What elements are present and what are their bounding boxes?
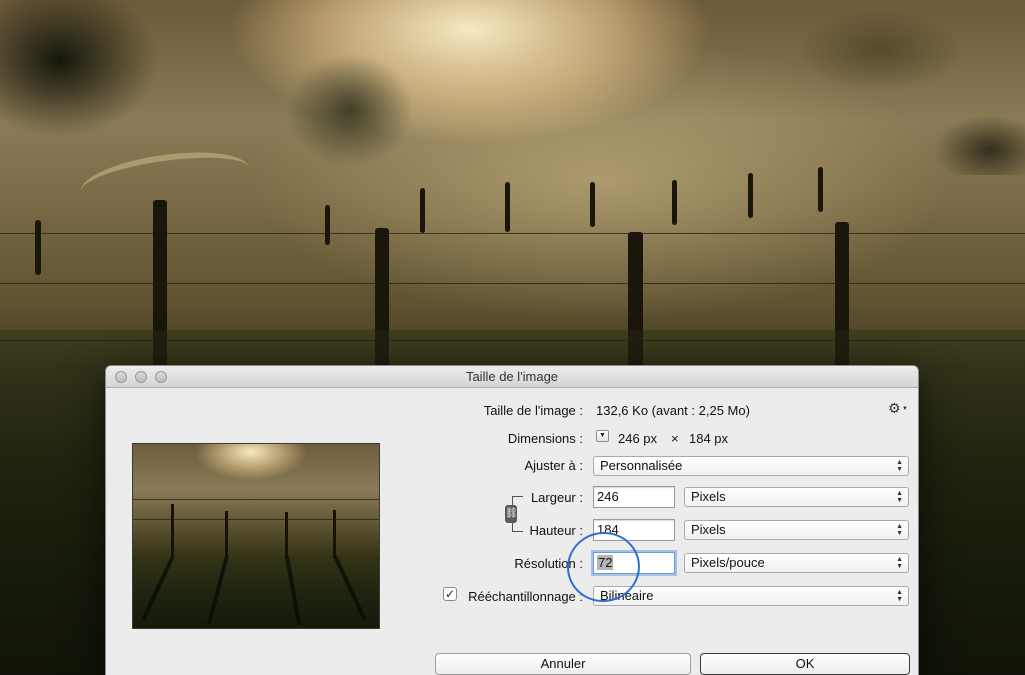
triangle-down-icon[interactable]: ▼ bbox=[596, 430, 609, 442]
gear-icon[interactable]: ⚙ bbox=[888, 400, 901, 417]
height-unit-value: Pixels bbox=[691, 522, 726, 537]
resample-method-select[interactable]: Bilinéaire ▲ ▼ bbox=[593, 586, 909, 606]
fence-post bbox=[818, 167, 823, 212]
fit-to-value: Personnalisée bbox=[600, 458, 683, 473]
minimize-window-button[interactable] bbox=[135, 371, 147, 383]
fence-post bbox=[325, 205, 330, 245]
fit-to-select[interactable]: Personnalisée ▲ ▼ bbox=[593, 456, 909, 476]
image-size-dialog: Taille de l'image Taille de l'image : 13… bbox=[105, 365, 919, 675]
dimensions-label: Dimensions : bbox=[507, 431, 583, 446]
updown-arrows-icon: ▲ ▼ bbox=[896, 556, 903, 570]
image-size-value: 132,6 Ko (avant : 2,25 Mo) bbox=[596, 403, 750, 418]
resolution-unit-value: Pixels/pouce bbox=[691, 555, 765, 570]
fence-post bbox=[672, 180, 677, 225]
image-preview-thumbnail bbox=[132, 443, 380, 629]
resample-method-value: Bilinéaire bbox=[600, 588, 654, 603]
width-label: Largeur : bbox=[530, 490, 583, 505]
fence-post bbox=[590, 182, 595, 227]
height-unit-select[interactable]: Pixels ▲ ▼ bbox=[684, 520, 909, 540]
height-label: Hauteur : bbox=[529, 523, 583, 538]
image-size-label: Taille de l'image : bbox=[483, 403, 583, 418]
updown-arrows-icon: ▲ ▼ bbox=[896, 523, 903, 537]
chevron-down-icon: ▼ bbox=[902, 406, 908, 412]
fence-post bbox=[505, 182, 510, 232]
ok-button[interactable]: OK bbox=[700, 653, 910, 675]
width-unit-select[interactable]: Pixels ▲ ▼ bbox=[684, 487, 909, 507]
resolution-label: Résolution : bbox=[514, 556, 583, 571]
fence-post bbox=[748, 173, 753, 218]
dimensions-width: 246 px bbox=[618, 431, 658, 446]
chain-link-icon[interactable]: ⛓ bbox=[505, 505, 518, 523]
updown-arrows-icon: ▲ ▼ bbox=[896, 589, 903, 603]
updown-arrows-icon: ▲ ▼ bbox=[896, 490, 903, 504]
resample-label: Rééchantillonnage : bbox=[468, 589, 583, 604]
updown-arrows-icon: ▲ ▼ bbox=[896, 459, 903, 473]
width-value: 246 bbox=[597, 489, 619, 504]
title-bar[interactable]: Taille de l'image bbox=[106, 366, 918, 388]
resolution-input[interactable]: 72 bbox=[593, 552, 675, 574]
resolution-value: 72 bbox=[597, 555, 614, 570]
dimensions-times: × bbox=[671, 431, 679, 446]
close-window-button[interactable] bbox=[115, 371, 127, 383]
cancel-button[interactable]: Annuler bbox=[435, 653, 691, 675]
height-input[interactable]: 184 bbox=[593, 519, 675, 541]
window-title: Taille de l'image bbox=[465, 369, 559, 384]
height-value: 184 bbox=[597, 522, 619, 537]
width-unit-value: Pixels bbox=[691, 489, 726, 504]
resample-checkbox[interactable]: ✓ bbox=[443, 587, 457, 601]
fit-to-label: Ajuster à : bbox=[524, 458, 583, 473]
width-input[interactable]: 246 bbox=[593, 486, 675, 508]
fence-post bbox=[420, 188, 425, 233]
dimensions-height: 184 px bbox=[689, 431, 729, 446]
fence-post bbox=[35, 220, 41, 275]
checkmark-icon: ✓ bbox=[444, 587, 456, 601]
zoom-window-button[interactable] bbox=[155, 371, 167, 383]
tree-silhouettes bbox=[0, 0, 1025, 175]
resolution-unit-select[interactable]: Pixels/pouce ▲ ▼ bbox=[684, 553, 909, 573]
